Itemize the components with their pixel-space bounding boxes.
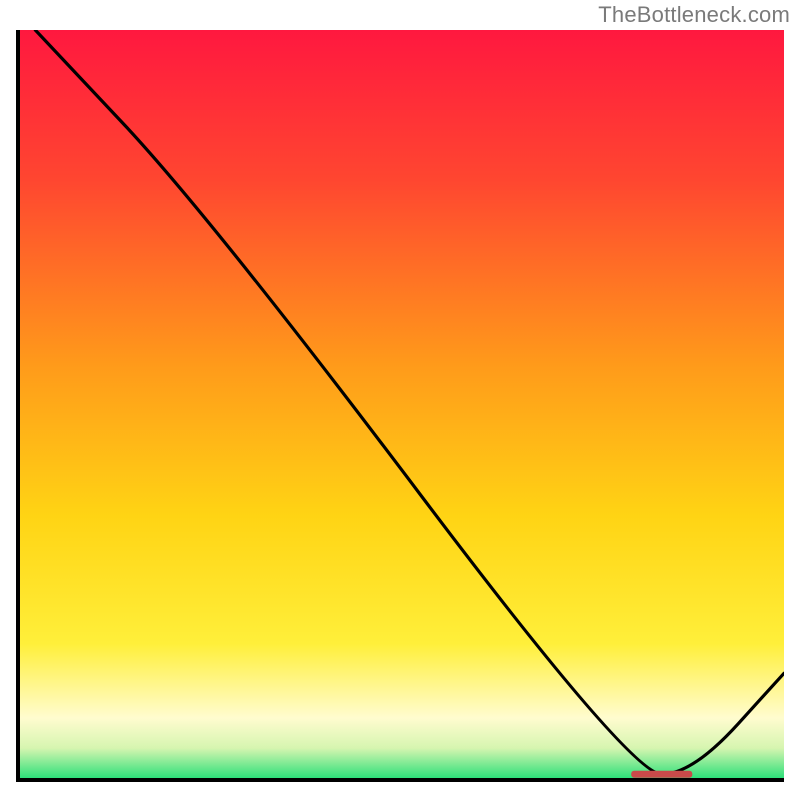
gradient-background: [20, 30, 784, 778]
plot-frame: [16, 30, 784, 782]
minimum-marker: [631, 771, 692, 778]
chart-container: TheBottleneck.com: [0, 0, 800, 800]
watermark-text: TheBottleneck.com: [598, 2, 790, 28]
plot-svg: [20, 30, 784, 778]
